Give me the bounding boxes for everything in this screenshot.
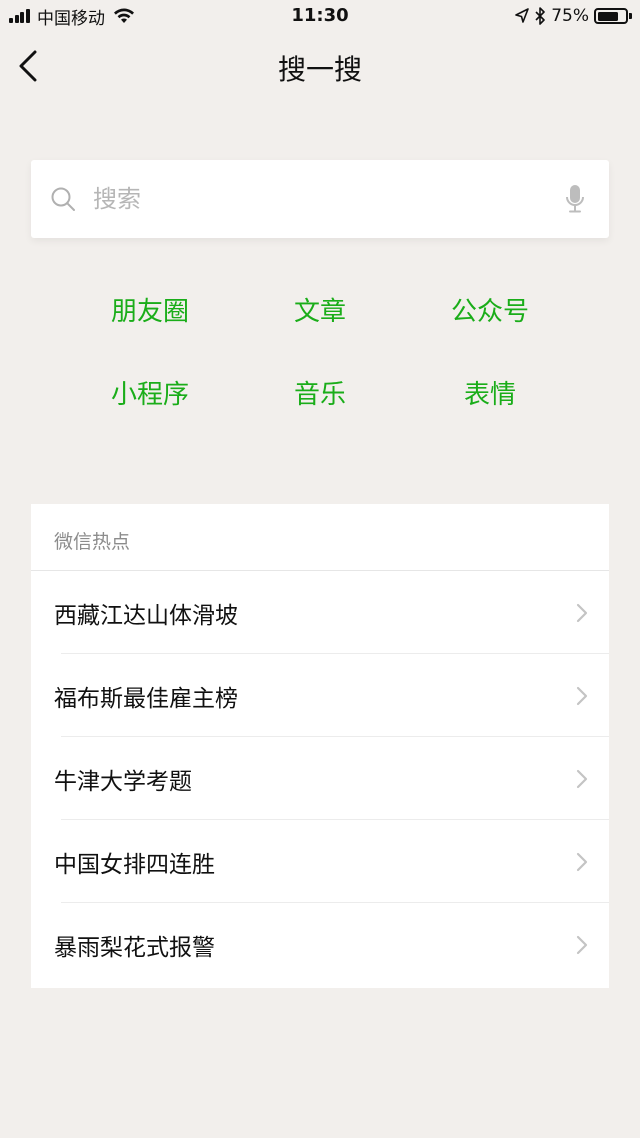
status-right: 75% <box>515 5 632 27</box>
hot-topics-header: 微信热点 <box>31 504 609 571</box>
hot-topic-item[interactable]: 牛津大学考题 <box>31 737 609 820</box>
category-official-accounts[interactable]: 公众号 <box>420 287 560 337</box>
hot-topic-label: 中国女排四连胜 <box>54 851 215 878</box>
bluetooth-icon <box>535 7 546 25</box>
nav-bar: 搜一搜 <box>0 34 640 98</box>
hot-topic-item[interactable]: 暴雨梨花式报警 <box>31 903 609 986</box>
chevron-right-icon <box>575 934 589 956</box>
category-mini-programs[interactable]: 小程序 <box>80 370 220 420</box>
category-stickers[interactable]: 表情 <box>420 370 560 420</box>
hot-topic-item[interactable]: 福布斯最佳雇主榜 <box>31 654 609 737</box>
search-input[interactable] <box>91 184 563 214</box>
hot-topics-card: 微信热点 西藏江达山体滑坡 福布斯最佳雇主榜 牛津大学考题 中国女排四连胜 暴雨… <box>31 504 609 988</box>
chevron-right-icon <box>575 602 589 624</box>
battery-fill <box>597 11 618 21</box>
chevron-right-icon <box>575 768 589 790</box>
hot-topic-item[interactable]: 西藏江达山体滑坡 <box>31 571 609 654</box>
chevron-right-icon <box>575 685 589 707</box>
hot-topic-label: 西藏江达山体滑坡 <box>54 602 238 629</box>
category-moments[interactable]: 朋友圈 <box>80 287 220 337</box>
chevron-right-icon <box>575 851 589 873</box>
hot-topic-label: 暴雨梨花式报警 <box>54 934 215 961</box>
category-articles[interactable]: 文章 <box>250 287 390 337</box>
location-icon <box>515 8 530 24</box>
microphone-icon[interactable] <box>563 184 587 214</box>
battery-icon <box>594 8 632 24</box>
hot-topic-label: 牛津大学考题 <box>54 768 192 795</box>
page-title: 搜一搜 <box>277 53 362 86</box>
battery-percent: 75% <box>551 6 589 26</box>
category-music[interactable]: 音乐 <box>250 370 390 420</box>
hot-topic-item[interactable]: 中国女排四连胜 <box>31 820 609 903</box>
search-icon <box>49 185 77 213</box>
search-box[interactable] <box>31 160 609 238</box>
status-bar: 中国移动 11:30 75% <box>0 0 640 34</box>
hot-topic-label: 福布斯最佳雇主榜 <box>54 685 238 712</box>
